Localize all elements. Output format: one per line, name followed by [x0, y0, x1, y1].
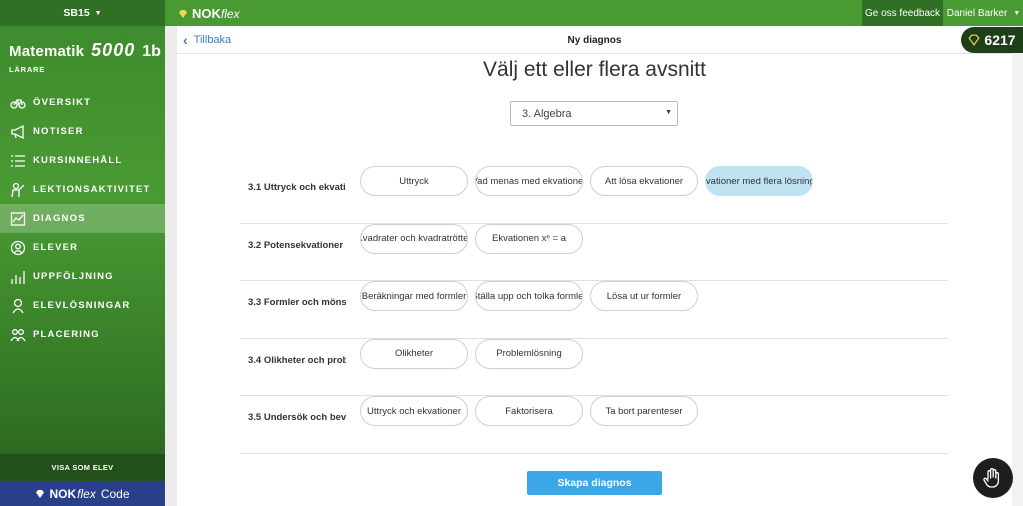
sidebar-item-label: KURSINNEHÅLL — [33, 155, 123, 166]
sidebar-item-label: NOTISER — [33, 126, 84, 137]
sidebar-item-placering[interactable]: PLACERING — [0, 320, 165, 349]
chip-group: Uttryck och ekvationer Faktorisera Ta bo… — [360, 396, 705, 426]
section-chip[interactable]: Ekvationen xⁿ = a — [475, 223, 583, 254]
section-label: 3.3 Formler och mönster — [248, 297, 346, 308]
chapter-select-value: 3. Algebra — [522, 108, 572, 120]
sidebar-item-label: ELEVER — [33, 242, 79, 253]
page-title: Välj ett eller flera avsnitt — [483, 58, 706, 81]
create-diagnosis-label: Skapa diagnos — [557, 477, 632, 489]
create-diagnosis-button[interactable]: Skapa diagnos — [527, 471, 662, 495]
view-as-student-label: VISA SOM ELEV — [51, 463, 114, 472]
course-brand: Matematik 5000 1b LÄRARE — [0, 26, 165, 74]
code-flex: flex — [77, 486, 96, 501]
megaphone-icon — [10, 124, 26, 140]
user-menu[interactable]: Daniel Barker ▼ — [944, 0, 1023, 26]
topbar: NOK flex Ge oss feedback Daniel Barker ▼ — [165, 0, 1023, 26]
section-label: 3.2 Potensekvationer — [248, 239, 344, 251]
view-as-student-button[interactable]: VISA SOM ELEV — [0, 454, 165, 481]
main-panel: ‹ Tillbaka Ny diagnos Välj ett eller fle… — [177, 26, 1012, 506]
sidebar-item-label: PLACERING — [33, 329, 100, 340]
caret-down-icon: ▼ — [1013, 9, 1021, 17]
diamond-icon — [179, 9, 187, 18]
class-selector[interactable]: SB15 ▼ — [0, 0, 165, 26]
role-label: LÄRARE — [9, 65, 46, 74]
code-label: Code — [100, 486, 130, 501]
section-chip[interactable]: Faktorisera — [475, 396, 583, 426]
section-chip[interactable]: Ställa upp och tolka formler — [475, 281, 583, 311]
user-circle-icon — [10, 240, 26, 256]
section-row: 3.5 Undersök och bevisa Uttryck och ekva… — [240, 396, 947, 454]
section-chip[interactable]: Att lösa ekvationer — [590, 166, 698, 196]
section-label: 3.4 Olikheter och problemlösning — [248, 354, 346, 366]
section-row: 3.3 Formler och mönster Beräkningar med … — [240, 281, 947, 339]
code-brand: NOK — [49, 486, 77, 501]
section-chip[interactable]: Beräkningar med formler — [360, 281, 468, 311]
chevron-down-icon: ▼ — [665, 109, 672, 116]
brand-title: Matematik — [9, 43, 85, 60]
sidebar-item-diagnos[interactable]: DIAGNOS — [0, 204, 165, 233]
bar-chart-icon — [10, 269, 26, 285]
hand-icon — [983, 468, 1000, 488]
teacher-icon — [10, 182, 26, 198]
sidebar-item-label: LEKTIONSAKTIVITET — [33, 184, 151, 195]
section-list: 3.1 Uttryck och ekvationer Uttryck Vad m… — [240, 166, 947, 454]
points-value: 6217 — [984, 32, 1016, 48]
sidebar-item-oversikt[interactable]: ÖVERSIKT — [0, 88, 165, 117]
sidebar-item-kursinnehall[interactable]: KURSINNEHÅLL — [0, 146, 165, 175]
sidebar-item-label: UPPFÖLJNING — [33, 271, 114, 282]
chart-icon — [10, 211, 26, 227]
bicycle-icon — [10, 95, 26, 111]
diamond-icon — [36, 489, 45, 498]
sidebar-item-label: ELEVLÖSNINGAR — [33, 300, 131, 311]
points-badge: 6217 — [961, 27, 1023, 53]
nokflex-logo[interactable]: NOK flex — [178, 6, 240, 21]
feedback-button[interactable]: Ge oss feedback — [862, 0, 943, 26]
section-label: 3.1 Uttryck och ekvationer — [248, 182, 346, 193]
subbar: ‹ Tillbaka Ny diagnos — [177, 26, 1012, 54]
sidebar-item-label: DIAGNOS — [33, 213, 86, 224]
scrollbar[interactable] — [1012, 26, 1023, 506]
section-chip[interactable]: Olikheter — [360, 338, 468, 369]
feedback-label: Ge oss feedback — [864, 7, 941, 19]
breadcrumb: Ny diagnos — [567, 35, 622, 46]
section-chip[interactable]: Uttryck och ekvationer — [360, 396, 468, 426]
section-chip[interactable]: Problemlösning — [475, 338, 583, 369]
sidebar-item-elevlosningar[interactable]: ELEVLÖSNINGAR — [0, 291, 165, 320]
chip-group: Uttryck Vad menas med ekvationer Att lös… — [360, 166, 820, 196]
student-icon — [10, 298, 26, 314]
brand-number: 5000 — [91, 40, 136, 60]
sidebar-item-lektionsaktivitet[interactable]: LEKTIONSAKTIVITET — [0, 175, 165, 204]
diamond-icon — [968, 34, 980, 46]
class-name: SB15 — [63, 7, 90, 19]
section-chip[interactable]: Vad menas med ekvationer — [475, 166, 583, 196]
section-label: 3.5 Undersök och bevisa — [248, 412, 346, 423]
section-row: 3.1 Uttryck och ekvationer Uttryck Vad m… — [240, 166, 947, 224]
sidebar: SB15 ▼ Matematik 5000 1b LÄRARE ÖVERSIKT… — [0, 0, 165, 506]
section-row: 3.2 Potensekvationer Kvadrater och kvadr… — [240, 223, 947, 281]
nokflex-code-link[interactable]: NOK flex Code — [0, 481, 165, 506]
sidebar-nav: ÖVERSIKT NOTISER KURSINNEHÅLL LEKTIONSAK… — [0, 88, 165, 349]
section-chip[interactable]: Uttryck — [360, 166, 468, 196]
sidebar-item-elever[interactable]: ELEVER — [0, 233, 165, 262]
sidebar-item-uppfoljning[interactable]: UPPFÖLJNING — [0, 262, 165, 291]
chip-group: Olikheter Problemlösning — [360, 338, 590, 369]
group-icon — [10, 327, 26, 343]
section-row: 3.4 Olikheter och problemlösning Olikhet… — [240, 338, 947, 396]
chapter-select[interactable]: 3. Algebra ▼ — [510, 101, 678, 126]
sidebar-item-notiser[interactable]: NOTISER — [0, 117, 165, 146]
sidebar-item-label: ÖVERSIKT — [33, 97, 92, 108]
raise-hand-button[interactable] — [973, 458, 1013, 498]
chip-group: Kvadrater och kvadratrötter Ekvationen x… — [360, 223, 590, 254]
section-chip[interactable]: Kvadrater och kvadratrötter — [360, 223, 468, 254]
section-chip[interactable]: Ta bort parenteser — [590, 396, 698, 426]
logo-flex: flex — [220, 6, 240, 21]
section-chip-selected[interactable]: Ekvationer med flera lösningar — [705, 166, 813, 196]
logo-brand: NOK — [192, 6, 221, 21]
list-icon — [10, 153, 26, 169]
user-name: Daniel Barker — [946, 7, 1008, 19]
chip-group: Beräkningar med formler Ställa upp och t… — [360, 281, 705, 311]
section-chip[interactable]: Lösa ut ur formler — [590, 281, 698, 311]
brand-grade: 1b — [142, 43, 161, 60]
caret-down-icon: ▼ — [94, 9, 102, 17]
